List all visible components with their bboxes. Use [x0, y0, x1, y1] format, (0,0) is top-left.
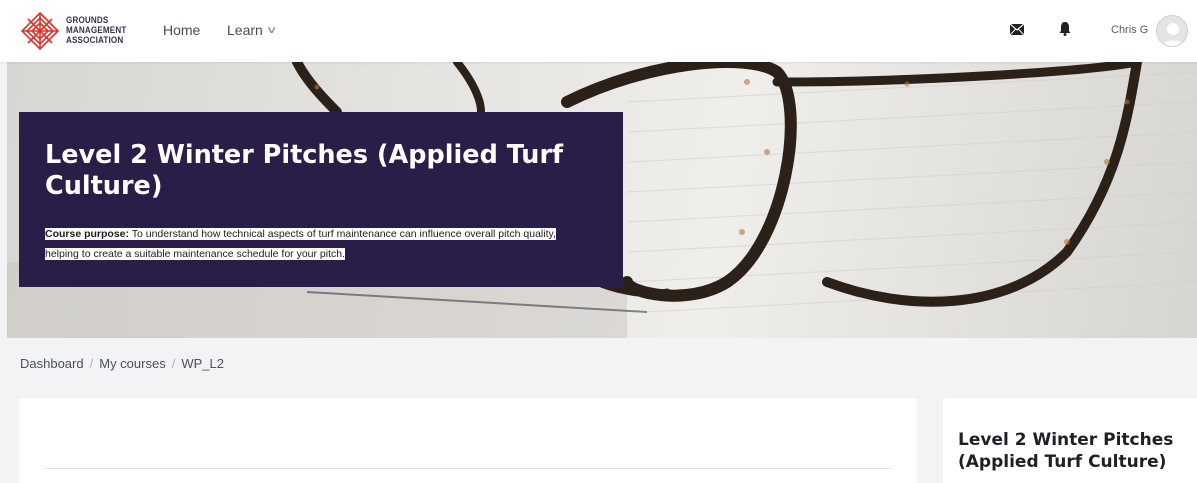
breadcrumb-current-course[interactable]: WP_L2 [181, 356, 224, 371]
gma-logo-icon [20, 11, 60, 51]
nav-home-link[interactable]: Home [163, 22, 200, 38]
avatar[interactable] [1156, 15, 1188, 47]
breadcrumb-separator: / [89, 356, 94, 371]
course-header-panel: Level 2 Winter Pitches (Applied Turf Cul… [19, 112, 623, 287]
breadcrumb-separator: / [171, 356, 176, 371]
course-content-card [19, 398, 917, 483]
breadcrumb: Dashboard / My courses / WP_L2 [20, 356, 224, 371]
top-navbar: GROUNDS MANAGEMENT ASSOCIATION Home Lear… [0, 0, 1197, 62]
site-logo[interactable]: GROUNDS MANAGEMENT ASSOCIATION [20, 11, 137, 51]
course-hero-banner: Level 2 Winter Pitches (Applied Turf Cul… [7, 62, 1197, 338]
course-info-block: Level 2 Winter Pitches (Applied Turf Cul… [943, 398, 1197, 483]
nav-learn-label: Learn [227, 22, 263, 38]
logo-line-3: ASSOCIATION [66, 35, 124, 46]
course-title: Level 2 Winter Pitches (Applied Turf Cul… [45, 140, 564, 201]
user-menu-name[interactable]: Chris G [1111, 24, 1148, 36]
course-purpose-label: Course purpose: [45, 228, 130, 240]
chevron-down-icon: ∨ [265, 24, 278, 36]
bell-icon[interactable] [1059, 21, 1071, 36]
envelope-icon[interactable] [1010, 24, 1024, 35]
default-user-icon [1161, 23, 1185, 46]
section-divider [45, 468, 891, 469]
breadcrumb-dashboard[interactable]: Dashboard [20, 356, 84, 371]
nav-learn-menu[interactable]: Learn ∨ [227, 22, 278, 38]
block-course-title: Level 2 Winter Pitches (Applied Turf Cul… [958, 430, 1174, 472]
breadcrumb-my-courses[interactable]: My courses [99, 356, 165, 371]
logo-wordmark: GROUNDS MANAGEMENT ASSOCIATION [66, 16, 126, 46]
course-purpose: Course purpose: To understand how techni… [45, 224, 585, 264]
